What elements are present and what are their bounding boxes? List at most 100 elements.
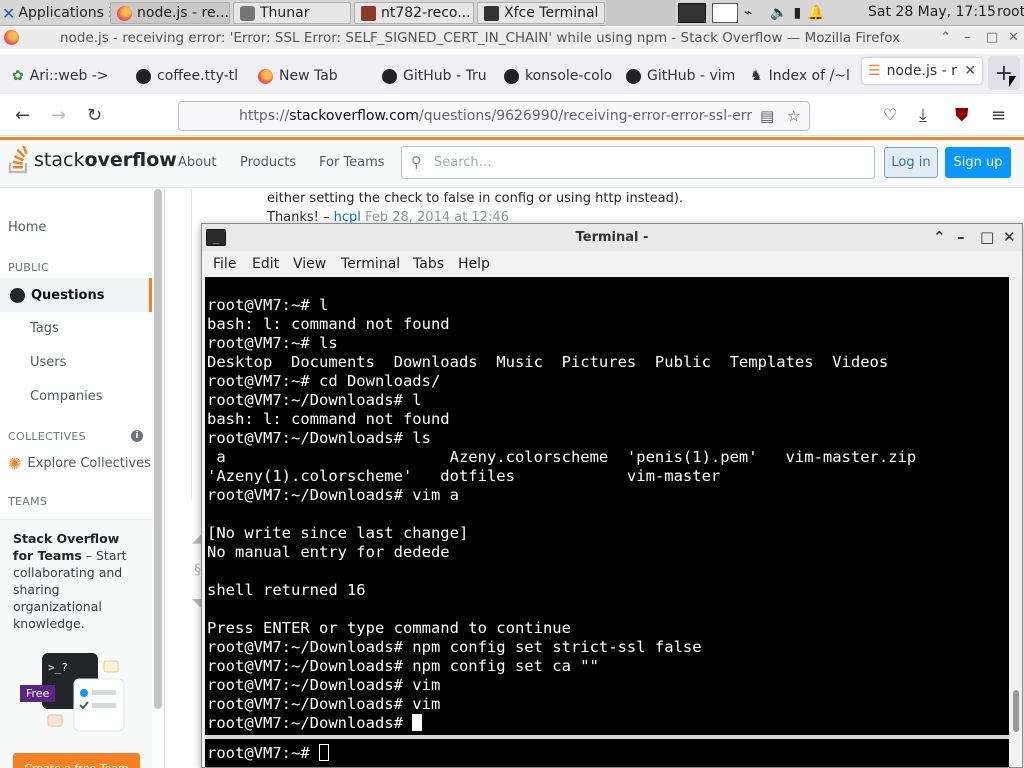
minimize-icon[interactable]: – [957,228,965,246]
terminal-line: No manual entry for dedede [207,543,450,561]
task-label: Thunar [260,5,310,21]
task-thunar[interactable]: Thunar [233,2,351,24]
applications-menu[interactable]: ✕ Applications ☰ [2,3,121,23]
nav-explore-collectives[interactable]: ✺ Explore Collectives [8,454,151,473]
close-icon[interactable]: ✕ [1003,228,1016,246]
nav-users[interactable]: Users [30,355,66,370]
pocket-icon[interactable]: ♡ [883,105,897,124]
so-search-input[interactable]: ⚲ Search… [401,146,875,179]
task-firefox[interactable]: node.js - re... [110,2,230,24]
terminal-line: a Azeny.colorscheme 'penis(1).pem' vim-m… [207,448,917,466]
puzzle-icon: ✿ [12,68,24,84]
github-icon [504,68,519,84]
terminal-line: root@VM7:~/Downloads# vim [207,695,441,713]
scrollbar-thumb[interactable] [1013,690,1019,732]
tab-index-of[interactable]: ♞ Index of /~l [744,63,856,89]
index-icon: ♞ [750,68,763,84]
terminal-lines: root@VM7:~# l bash: l: command not found r… [207,296,916,733]
workspace-1-icon[interactable] [678,3,706,23]
so-logo[interactable]: stack overflow [8,146,177,174]
so-sidebar-scrollbar[interactable] [154,189,162,709]
terminal-output[interactable]: root@VM7:~# l bash: l: command not found r… [205,277,1009,735]
terminal-line: root@VM7:~/Downloads# [207,714,916,733]
cursor [412,714,423,731]
menu-view[interactable]: View [293,256,326,272]
tab-ariweb[interactable]: ✿ Ari::web -> [6,63,124,89]
tab-coffee[interactable]: coffee.tty-tl [130,63,248,89]
menu-file[interactable]: File [213,256,236,272]
nav-products[interactable]: Products [240,155,296,170]
terminal-line: Desktop Documents Downloads Music Pictur… [207,353,889,371]
network-icon[interactable]: ⌁ [744,5,764,21]
terminal-line: root@VM7:~/Downloads# npm config set ca … [207,657,599,675]
tab-github-tru[interactable]: GitHub - Tru [376,63,494,89]
notifications-icon[interactable]: 🔔 [807,5,824,21]
downloads-icon[interactable]: ⤓ [919,105,927,126]
signup-button[interactable]: Sign up [945,147,1011,178]
comment: either setting the check to false in con… [267,189,683,227]
search-placeholder: Search… [434,155,492,170]
maximize-icon[interactable]: □ [980,228,994,246]
terminal-line: bash: l: command not found [207,410,450,428]
chevron-up-icon[interactable]: ⌃ [933,228,946,246]
svg-text:>_?: >_? [48,661,68,674]
xfce-icon: ✕ [2,3,16,23]
tab-close-icon[interactable]: ✕ [964,63,976,79]
nav-companies[interactable]: Companies [30,389,103,404]
menu-tabs[interactable]: Tabs [413,256,444,272]
tab-stackoverflow-active[interactable]: ☰ node.js - r ✕ [862,58,982,84]
terminal-line: shell returned 16 [207,581,366,599]
firefox-icon [258,68,273,84]
terminal-line: 'Azeny(1).colorscheme' dotfiles vim-mast… [207,467,721,485]
task-xfce-terminal[interactable]: Xfce Terminal [477,2,605,24]
firefox-icon [117,5,132,21]
ublock-icon[interactable]: ⛊ [955,105,969,126]
close-icon[interactable]: ✕ [1008,30,1019,45]
maximize-icon[interactable]: □ [986,30,998,45]
task-nt782[interactable]: nt782-reco... [354,2,474,24]
terminal-line: root@VM7:~# ls [207,334,338,352]
nav-questions[interactable]: Questions [0,278,152,312]
menu-help[interactable]: Help [458,256,490,272]
tab-konsole[interactable]: konsole-colo [498,63,616,89]
mouse-pointer-icon [1009,76,1016,87]
back-arrow-icon[interactable]: ← [15,105,30,126]
reader-view-icon[interactable]: ▤ [760,107,774,125]
url-bar[interactable]: https://stackoverflow.com/questions/9626… [178,101,810,131]
comment-text: either setting the check to false in con… [267,191,684,206]
menu-icon[interactable]: ≡ [991,105,1006,126]
nav-for-teams[interactable]: For Teams [319,155,385,170]
terminal-scrollbar[interactable] [1010,277,1022,735]
menu-edit[interactable]: Edit [252,256,279,272]
terminal-window: _ Terminal - ⌃ – □ ✕ File Edit View Term… [201,223,1023,768]
workspace-2-icon[interactable] [712,3,738,23]
nav-tags[interactable]: Tags [30,321,59,336]
tab-label: konsole-colo [525,68,613,84]
login-button[interactable]: Log in [884,147,938,178]
minimize-icon[interactable]: – [964,30,971,45]
terminal-titlebar[interactable]: _ Terminal - ⌃ – □ ✕ [202,224,1022,251]
volume-icon[interactable]: 🔈 [770,5,787,21]
create-free-team-button[interactable]: Create a free Team [13,753,140,768]
tab-new-tab[interactable]: New Tab [252,63,370,89]
terminal-second-pane[interactable]: root@VM7:~# [205,739,1009,767]
bookmark-star-icon[interactable]: ☆ [787,107,800,125]
info-icon[interactable]: i [131,430,143,442]
forward-arrow-icon[interactable]: → [51,105,66,126]
terminal-line: root@VM7:~# cd Downloads/ [207,372,441,390]
terminal-line: [No write since last change] [207,524,469,542]
panel-spacer [606,0,676,26]
bookmark-icon[interactable]: § [194,562,201,578]
nav-about[interactable]: About [178,155,216,170]
reload-icon[interactable]: ↻ [87,105,102,126]
user-menu[interactable]: root [997,4,1024,20]
menu-terminal[interactable]: Terminal [341,256,400,272]
tab-github-vim[interactable]: GitHub - vim [620,63,738,89]
nav-home[interactable]: Home [8,220,46,235]
stackoverflow-icon: ☰ [868,63,881,79]
battery-icon[interactable]: ▮ [793,5,801,21]
clock[interactable]: Sat 28 May, 17:15 [868,4,996,20]
tab-label: GitHub - Tru [403,68,487,84]
chevron-up-icon[interactable]: ⌃ [940,30,951,45]
